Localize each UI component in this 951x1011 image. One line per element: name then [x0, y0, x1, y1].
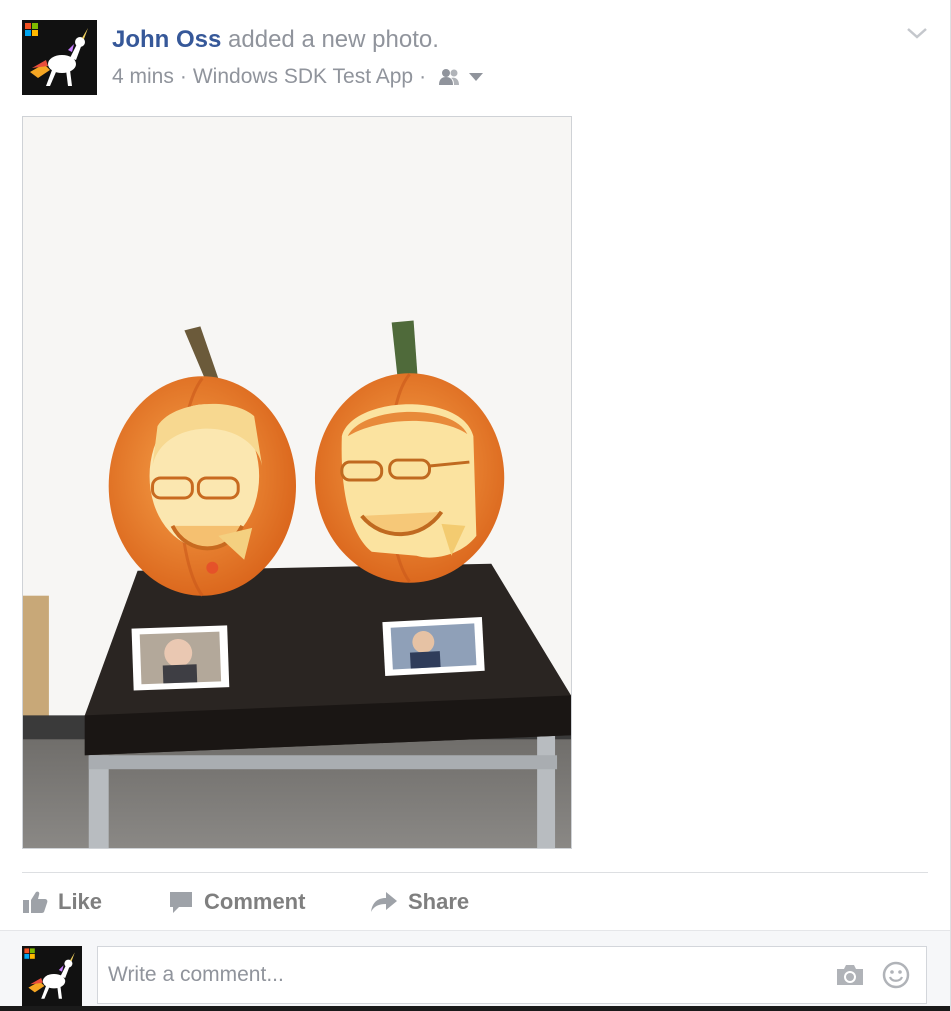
- comment-box: [97, 946, 927, 1004]
- like-button[interactable]: Like: [22, 889, 102, 915]
- post-timestamp-link[interactable]: 4 mins: [112, 65, 174, 89]
- emoji-icon: [882, 961, 910, 989]
- camera-icon: [837, 965, 863, 985]
- like-label: Like: [58, 889, 103, 914]
- emoji-button[interactable]: [880, 959, 912, 991]
- share-arrow-icon: [371, 892, 397, 912]
- comment-bubble-icon: [170, 892, 192, 913]
- unicorn-avatar-image: [22, 20, 97, 95]
- meta-separator: ·: [419, 65, 427, 88]
- comment-button[interactable]: Comment: [168, 889, 305, 915]
- pumpkins-photo-image: [23, 117, 571, 848]
- share-button[interactable]: Share: [370, 889, 469, 915]
- window-bottom-edge: [0, 1006, 950, 1011]
- post-options-button[interactable]: [906, 24, 928, 42]
- commenter-avatar: [22, 946, 82, 1006]
- post-action-text: added a new photo.: [228, 26, 439, 53]
- chevron-down-icon: [907, 28, 927, 39]
- attach-photo-button[interactable]: [834, 959, 866, 991]
- post-photo[interactable]: [22, 116, 572, 849]
- audience-selector[interactable]: [438, 68, 484, 86]
- meta-separator: ·: [179, 65, 187, 88]
- app-name-link[interactable]: Windows SDK Test App: [193, 65, 413, 89]
- actions-divider: [22, 872, 928, 873]
- comment-label: Comment: [204, 889, 306, 914]
- caret-down-icon: [469, 73, 484, 81]
- share-label: Share: [408, 889, 470, 914]
- thumbs-up-icon: [23, 891, 48, 913]
- post-meta: 4 mins · Windows SDK Test App ·: [112, 65, 484, 89]
- author-avatar[interactable]: [22, 20, 97, 95]
- post-header: John Oss added a new photo.: [112, 26, 439, 54]
- unicorn-avatar-image: [22, 946, 82, 1006]
- author-name-link[interactable]: John Oss: [112, 26, 221, 53]
- friends-icon: [439, 69, 460, 85]
- feed-post: John Oss added a new photo. 4 mins · Win…: [0, 0, 951, 1011]
- comment-input[interactable]: [98, 947, 834, 1003]
